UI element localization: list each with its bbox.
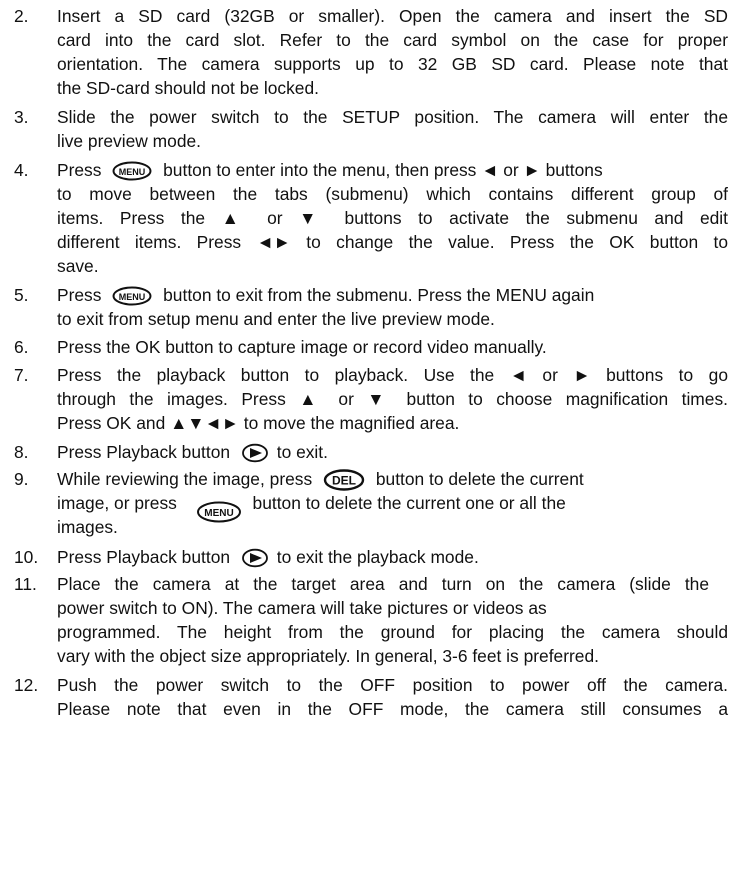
step-text-segment: button to delete the current one or all … <box>252 493 566 513</box>
step-text-segment: Press Playback button <box>57 547 231 567</box>
step-text-line: to move between the tabs (submenu) which… <box>57 184 728 204</box>
step-text-line: card into the card slot. Refer to the ca… <box>57 30 728 50</box>
step-text-line: Insert a SD card (32GB or smaller). Open… <box>57 6 728 26</box>
step-text-line: Press the playback button to playback. U… <box>57 365 728 385</box>
step-text-line: items. Press the ▲ or ▼ buttons to activ… <box>57 208 728 228</box>
step-text-line: Please note that even in the OFF mode, t… <box>57 699 728 719</box>
step-text-line: power switch to ON). The camera will tak… <box>57 598 547 618</box>
step-text-line: Push the power switch to the OFF positio… <box>57 675 728 695</box>
step-text-segment: button to delete the current <box>375 469 584 489</box>
step-text-line: image, or press MENU button to delete th… <box>57 491 566 523</box>
step-text-line: vary with the object size appropriately.… <box>57 646 599 666</box>
menu-icon-label: MENU <box>119 167 146 177</box>
step-text-line: Press MENU button to enter into the menu… <box>57 158 603 182</box>
menu-button-icon: MENU <box>112 286 152 306</box>
step-text-line: Slide the power switch to the SETUP posi… <box>57 107 728 127</box>
step-text-segment: Press Playback button <box>57 442 231 462</box>
menu-button-icon: MENU <box>112 161 152 181</box>
step-text-segment: While reviewing the image, press <box>57 469 313 489</box>
step-text-line: the SD-card should not be locked. <box>57 78 319 98</box>
step-text-segment: image, or press <box>57 493 177 513</box>
step-text-line: Press Playback button to exit the playba… <box>57 545 479 569</box>
step-text-segment: to exit the playback mode. <box>276 547 479 567</box>
step-text-line: While reviewing the image, press DEL but… <box>57 467 584 492</box>
step-text-line: different items. Press ◄► to change the … <box>57 232 728 252</box>
step-text-line: Press OK and ▲▼◄► to move the magnified … <box>57 413 460 433</box>
step-text-segment: Press <box>57 160 102 180</box>
menu-button-icon: MENU <box>196 501 241 523</box>
step-text-segment: button to exit from the submenu. Press t… <box>163 285 595 305</box>
playback-icon <box>241 444 268 463</box>
step-text-line: Press Playback button to exit. <box>57 440 328 464</box>
step-text-line: to exit from setup menu and enter the li… <box>57 309 495 329</box>
step-text-segment: to exit. <box>276 442 328 462</box>
del-icon-label: DEL <box>332 474 356 488</box>
step-text-line: live preview mode. <box>57 131 202 151</box>
del-button-icon: DEL <box>323 469 365 492</box>
step-text-line: save. <box>57 256 99 276</box>
step-text-line: Place the camera at the target area and … <box>57 574 709 594</box>
step-text-line: orientation. The camera supports up to 3… <box>57 54 728 74</box>
step-text-line: Press MENU button to exit from the subme… <box>57 283 594 307</box>
playback-icon <box>241 549 268 568</box>
step-text-line: programmed. The height from the ground f… <box>57 622 728 642</box>
step-text-line: Press the OK button to capture image or … <box>57 337 547 357</box>
step-text-line: through the images. Press ▲ or ▼ button … <box>57 389 728 409</box>
menu-icon-label: MENU <box>119 292 146 302</box>
step-text-segment: Press <box>57 285 102 305</box>
step-text-segment: button to enter into the menu, then pres… <box>163 160 603 180</box>
menu-icon-label: MENU <box>204 508 233 519</box>
step-text-line: images. <box>57 517 118 537</box>
